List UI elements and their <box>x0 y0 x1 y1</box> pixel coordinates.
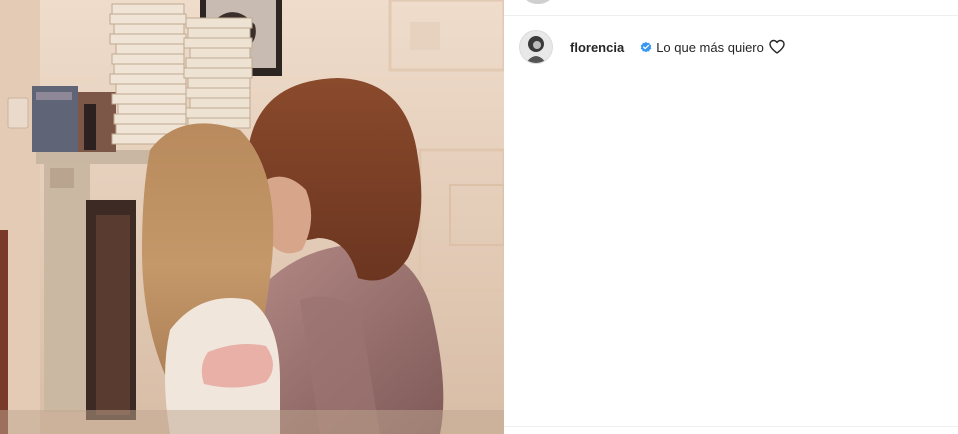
like-heart-icon[interactable] <box>769 39 785 55</box>
caption-text: Lo que más quiero <box>656 39 764 55</box>
caption-row: florencia Lo que más quiero <box>520 30 785 64</box>
post-side-panel: florencia Lo que más quiero <box>504 0 958 434</box>
previous-avatar-sliver <box>524 0 552 4</box>
footer-divider <box>504 426 958 427</box>
avatar[interactable] <box>520 31 552 63</box>
verified-badge-icon <box>640 41 652 53</box>
username-link[interactable]: florencia <box>570 40 624 55</box>
post-viewer: florencia Lo que más quiero <box>0 0 958 434</box>
header-divider <box>504 15 958 16</box>
post-photo[interactable] <box>0 0 504 434</box>
